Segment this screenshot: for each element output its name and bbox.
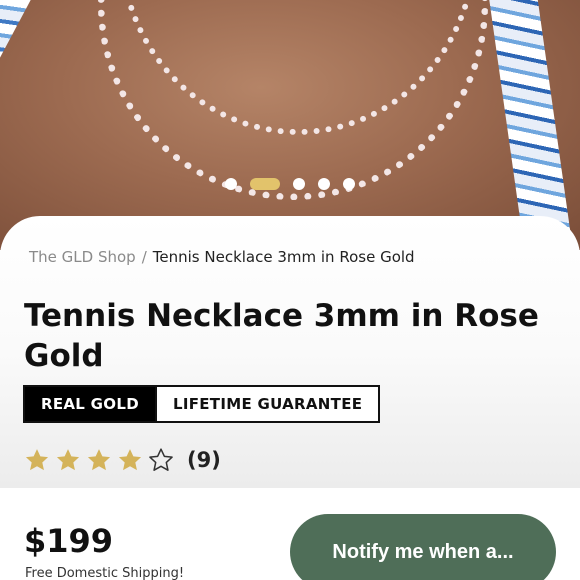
badge-lifetime-guarantee: LIFETIME GUARANTEE — [156, 385, 381, 423]
star-outline-icon — [149, 448, 173, 471]
swimsuit-strap-left — [0, 0, 32, 149]
carousel-dot-active[interactable] — [250, 178, 280, 190]
breadcrumb: The GLD Shop / Tennis Necklace 3mm in Rose… — [29, 248, 415, 266]
star-icon — [87, 449, 111, 471]
swimsuit-strap-right — [487, 0, 571, 243]
notify-me-button[interactable]: Notify me when a... — [290, 514, 556, 580]
breadcrumb-current: Tennis Necklace 3mm in Rose Gold — [152, 248, 415, 266]
star-icon — [56, 449, 80, 471]
product-title: Tennis Necklace 3mm in Rose Gold — [24, 298, 539, 374]
carousel-dot[interactable] — [343, 178, 355, 190]
product-badges: REAL GOLD LIFETIME GUARANTEE — [23, 385, 381, 423]
badge-real-gold: REAL GOLD — [23, 385, 157, 423]
product-image-carousel[interactable] — [0, 0, 580, 250]
star-icon — [25, 449, 49, 471]
breadcrumb-home-link[interactable]: The GLD Shop — [29, 248, 136, 266]
product-rating[interactable]: (9) — [24, 446, 221, 474]
carousel-dot[interactable] — [225, 178, 237, 190]
shipping-note: Free Domestic Shipping! — [25, 566, 185, 580]
product-price: $199 — [24, 522, 114, 560]
carousel-dot[interactable] — [318, 178, 330, 190]
carousel-dot[interactable] — [293, 178, 305, 190]
review-count[interactable]: (9) — [187, 448, 221, 472]
carousel-indicators — [0, 178, 580, 192]
star-icon — [118, 449, 142, 471]
breadcrumb-separator: / — [141, 248, 147, 266]
